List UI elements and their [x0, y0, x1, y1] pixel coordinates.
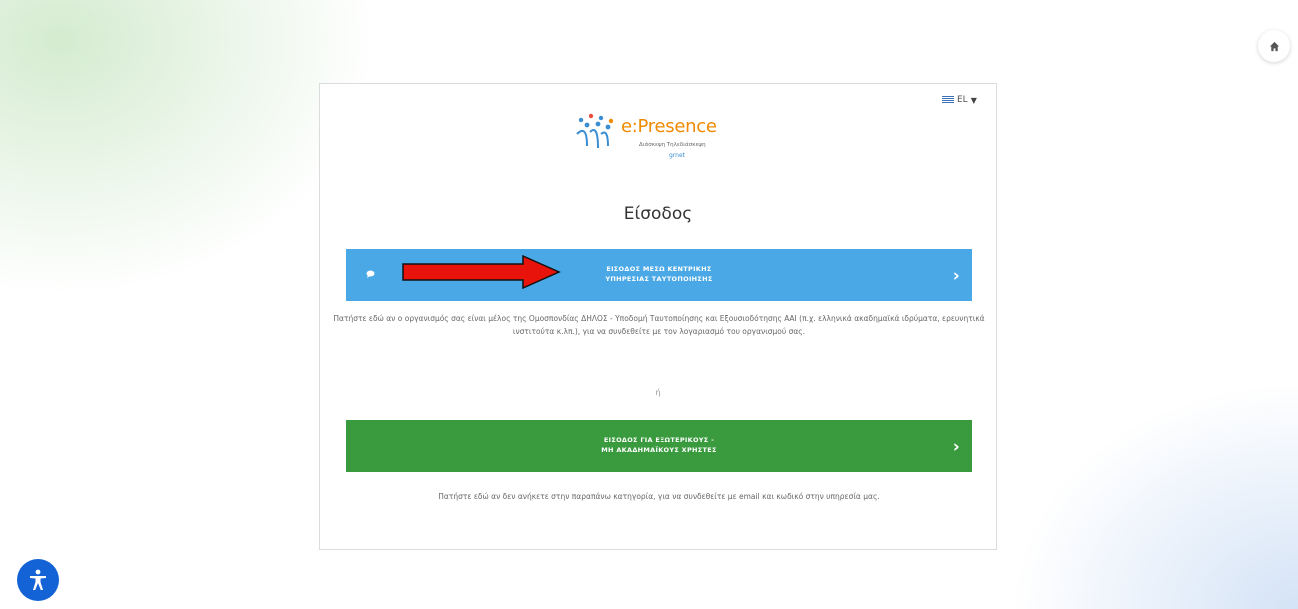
home-button[interactable] — [1258, 30, 1290, 62]
chat-bubble-icon — [366, 270, 375, 284]
logo-title: e:Presence — [621, 116, 717, 137]
chevron-right-icon: › — [952, 437, 960, 457]
or-separator: ή — [655, 388, 661, 397]
epresence-logo: e:Presence Διάσκεψη Τηλεδιάσκεψη grnet — [573, 108, 773, 178]
greek-flag-icon — [942, 96, 954, 104]
accessibility-icon — [30, 569, 46, 590]
external-login-button[interactable]: ΕΙΣΟΔΟΣ ΓΙΑ ΕΞΩΤΕΡΙΚΟΥΣ - ΜΗ ΑΚΑΔΗΜΑΪΚΟΥ… — [346, 420, 972, 472]
central-login-line1: ΕΙΣΟΔΟΣ ΜΕΣΩ ΚΕΝΤΡΙΚΗΣ — [606, 265, 712, 274]
logo-subtitle: Διάσκεψη Τηλεδιάσκεψη — [639, 142, 706, 148]
caret-down-icon: ▼ — [970, 95, 977, 105]
external-login-line1: ΕΙΣΟΔΟΣ ΓΙΑ ΕΞΩΤΕΡΙΚΟΥΣ - — [603, 436, 715, 445]
red-arrow-annotation — [402, 254, 561, 290]
login-card: EL ▼ e:Presence Διάσκεψη Τηλεδιάσκεψη gr… — [319, 83, 997, 550]
language-selector[interactable]: EL ▼ — [942, 95, 977, 105]
central-login-description: Πατήστε εδώ αν ο οργανισμός σας είναι μέ… — [333, 314, 985, 336]
grnet-brand: grnet — [669, 152, 686, 159]
home-icon — [1269, 41, 1279, 51]
central-login-line2: ΥΠΗΡΕΣΙΑΣ ΤΑΥΤΟΠΟΙΗΣΗΣ — [605, 275, 713, 283]
external-login-description: Πατήστε εδώ αν δεν ανήκετε στην παραπάνω… — [438, 492, 880, 501]
external-login-line2: ΜΗ ΑΚΑΔΗΜΑΪΚΟΥΣ ΧΡΗΣΤΕΣ — [601, 446, 717, 454]
accessibility-button[interactable] — [17, 559, 59, 601]
chevron-right-icon: › — [952, 266, 960, 286]
people-logo-icon — [576, 113, 614, 149]
page-title: Είσοδος — [623, 204, 693, 224]
language-label: EL — [957, 95, 968, 105]
